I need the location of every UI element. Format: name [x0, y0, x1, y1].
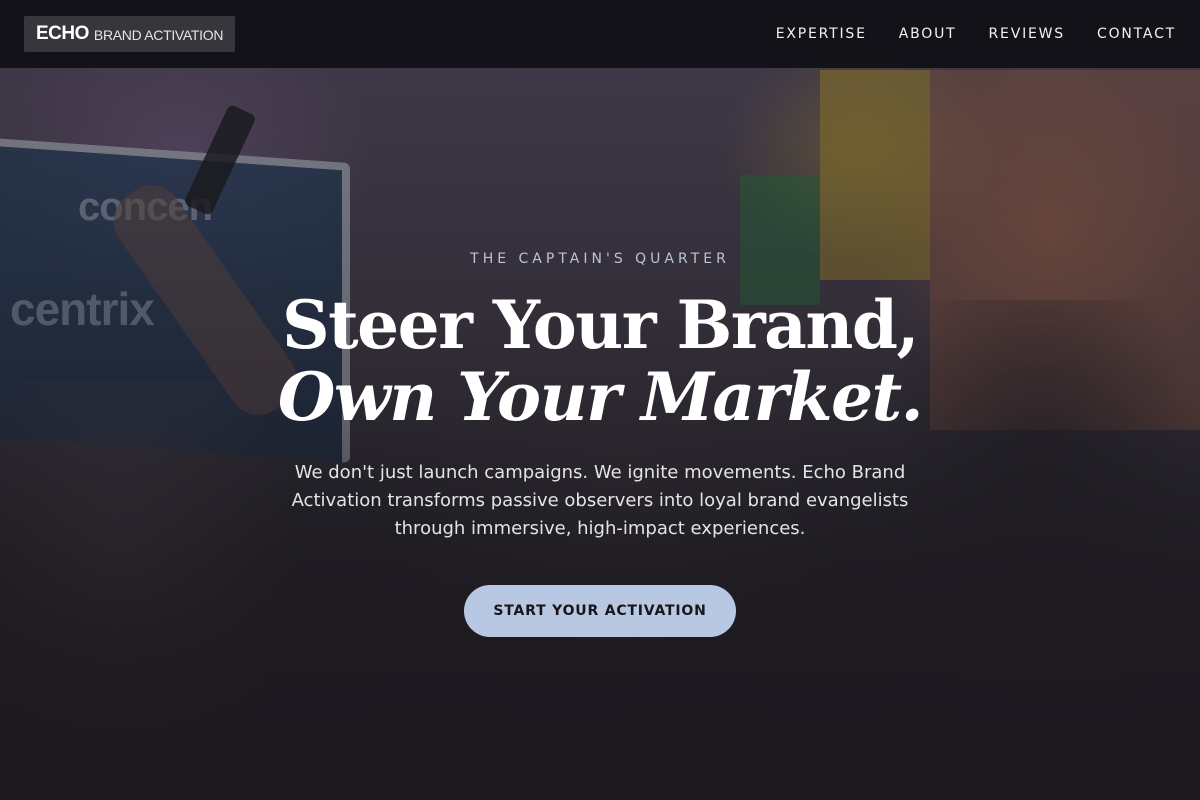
hero-eyebrow: THE CAPTAIN'S QUARTER [470, 251, 730, 267]
nav-links: EXPERTISE ABOUT REVIEWS CONTACT [776, 26, 1176, 42]
hero-subtext: We don't just launch campaigns. We ignit… [291, 462, 909, 539]
nav-link-contact[interactable]: CONTACT [1097, 26, 1176, 42]
start-activation-button[interactable]: START YOUR ACTIVATION [464, 585, 736, 637]
nav-link-expertise[interactable]: EXPERTISE [776, 26, 867, 42]
nav-link-reviews[interactable]: REVIEWS [989, 26, 1065, 42]
hero-headline-line1: Steer Your Brand, [282, 286, 919, 364]
logo-main-text: ECHO [36, 22, 89, 44]
nav-link-about[interactable]: ABOUT [899, 26, 957, 42]
hero-section: THE CAPTAIN'S QUARTER Steer Your Brand, … [0, 0, 1200, 800]
brand-logo[interactable]: ECHO BRAND ACTIVATION [24, 16, 236, 52]
logo-sub-text: BRAND ACTIVATION [93, 26, 224, 43]
top-navbar: ECHO BRAND ACTIVATION EXPERTISE ABOUT RE… [0, 0, 1200, 68]
hero-headline-line2: Own Your Market. [277, 358, 924, 436]
